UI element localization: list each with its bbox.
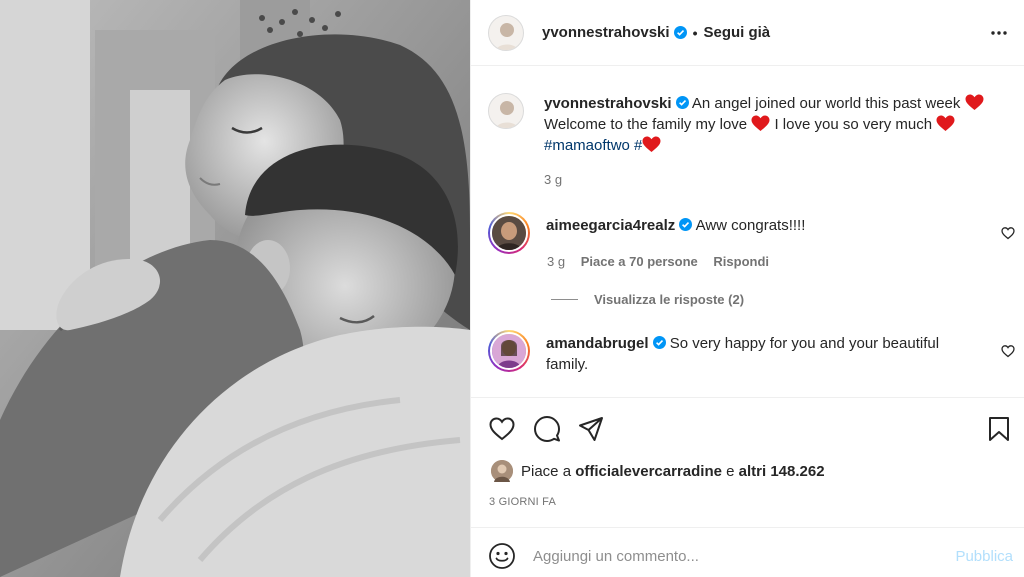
hashtag-symbol-link[interactable]: #	[634, 137, 642, 154]
post-modal: yvonnestrahovski • Segui già yvonnestrah…	[0, 0, 1024, 577]
hashtag-link[interactable]: #mamaoftwo	[544, 137, 630, 154]
author-avatar[interactable]	[488, 14, 524, 51]
comment-text: amandabrugel So very happy for you and y…	[546, 330, 986, 375]
replies-line-divider	[551, 299, 578, 300]
comments-section[interactable]: yvonnestrahovski An angel joined our wor…	[471, 67, 1024, 397]
commenter-avatar	[490, 332, 528, 370]
comment-likes-count[interactable]: Piace a 70 persone	[581, 254, 698, 269]
verified-badge-icon	[652, 334, 666, 349]
post-image	[0, 0, 470, 577]
post-photo[interactable]	[0, 0, 470, 577]
commenter-avatar	[490, 214, 528, 252]
caption-username[interactable]: yvonnestrahovski	[544, 95, 672, 112]
likes-joiner: e	[726, 462, 735, 480]
comment-item: aimeegarcia4realz Aww congrats!!!!	[488, 212, 986, 254]
header-separator: •	[692, 24, 698, 41]
red-heart-emoji-icon	[751, 115, 770, 132]
comment-like-heart-icon[interactable]	[1001, 344, 1015, 358]
comment-avatar-ring[interactable]	[488, 330, 530, 372]
caption-line2b: I love you so very much	[774, 116, 933, 133]
comment-text: aimeegarcia4realz Aww congrats!!!!	[546, 212, 986, 254]
post-sidebar: yvonnestrahovski • Segui già yvonnestrah…	[470, 0, 1024, 577]
caption-line1: An angel joined our world this past week	[691, 95, 961, 112]
post-date[interactable]: 3 GIORNI FA	[489, 496, 556, 508]
likes-others-count[interactable]: altri 148.262	[739, 463, 825, 480]
view-replies-button[interactable]: Visualizza le risposte (2)	[551, 292, 744, 307]
comment-body: So very happy for you and your beautiful	[669, 335, 940, 352]
verified-badge-icon	[675, 94, 689, 109]
comment-like-heart-icon[interactable]	[1001, 226, 1015, 240]
comment-avatar-ring[interactable]	[488, 212, 530, 254]
likes-prefix: Piace a	[521, 462, 572, 480]
comment-meta: 3 g Piace a 70 persone Rispondi	[547, 254, 769, 269]
caption: yvonnestrahovski An angel joined our wor…	[488, 93, 984, 156]
comment-icon[interactable]	[533, 415, 561, 443]
emoji-icon[interactable]	[488, 542, 516, 570]
caption-line2a: Welcome to the family my love	[544, 116, 748, 133]
more-horizontal-icon[interactable]	[990, 24, 1008, 42]
bookmark-icon[interactable]	[985, 415, 1013, 443]
comment-username[interactable]: amandabrugel	[546, 335, 649, 352]
share-icon[interactable]	[577, 415, 605, 443]
follow-status-button[interactable]: Segui già	[703, 24, 770, 41]
view-replies-label: Visualizza le risposte (2)	[594, 292, 745, 307]
liker-username[interactable]: officialevercarradine	[575, 463, 722, 480]
comment-time[interactable]: 3 g	[547, 254, 565, 269]
comment-input[interactable]	[533, 538, 933, 574]
heart-icon[interactable]	[488, 415, 516, 443]
verified-badge-icon	[679, 216, 693, 231]
caption-time[interactable]: 3 g	[544, 172, 562, 187]
comment-body: Aww congrats!!!!	[695, 217, 806, 234]
comment-body-continued: family.	[546, 356, 589, 373]
comment-username[interactable]: aimeegarcia4realz	[546, 217, 675, 234]
red-heart-emoji-icon	[965, 94, 984, 111]
post-header: yvonnestrahovski • Segui già	[471, 0, 1024, 66]
post-actions: Piace a officialevercarradine e altri 14…	[471, 397, 1024, 527]
likes-summary: Piace a officialevercarradine e altri 14…	[491, 460, 825, 482]
caption-text: yvonnestrahovski An angel joined our wor…	[544, 93, 984, 156]
author-username[interactable]: yvonnestrahovski	[542, 24, 670, 41]
reply-button[interactable]: Rispondi	[713, 254, 769, 269]
red-heart-emoji-icon	[642, 136, 661, 153]
comment-item: amandabrugel So very happy for you and y…	[488, 330, 986, 375]
caption-author-avatar[interactable]	[488, 93, 524, 129]
liker-avatar[interactable]	[491, 460, 513, 482]
publish-button[interactable]: Pubblica	[955, 548, 1013, 565]
red-heart-emoji-icon	[936, 115, 955, 132]
comment-composer: Pubblica	[471, 527, 1024, 577]
verified-badge-icon	[673, 26, 687, 39]
